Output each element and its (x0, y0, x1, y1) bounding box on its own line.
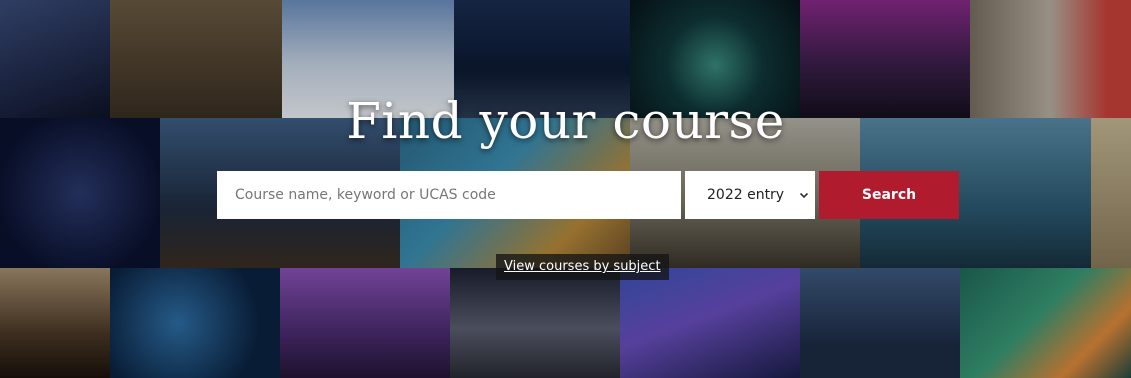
photo-building-night (450, 268, 620, 378)
course-search-input[interactable] (217, 171, 681, 219)
chevron-down-icon (799, 192, 809, 199)
entry-year-select[interactable]: 2022 entry (685, 171, 815, 219)
photo-theatre-stage (0, 268, 110, 378)
entry-year-selected: 2022 entry (707, 187, 785, 203)
photo-dna-helix (110, 268, 280, 378)
photo-dance-class (280, 268, 450, 378)
photo-electronics-lab (800, 268, 960, 378)
photo-floral-mural (960, 268, 1131, 378)
photo-light-tunnel (620, 268, 800, 378)
course-search-hero: Find your course 2022 entry Search View … (0, 0, 1131, 378)
search-button[interactable]: Search (819, 171, 959, 219)
course-search-form: 2022 entry Search (217, 171, 959, 219)
view-courses-by-subject-link[interactable]: View courses by subject (496, 254, 669, 280)
page-title: Find your course (346, 92, 785, 150)
